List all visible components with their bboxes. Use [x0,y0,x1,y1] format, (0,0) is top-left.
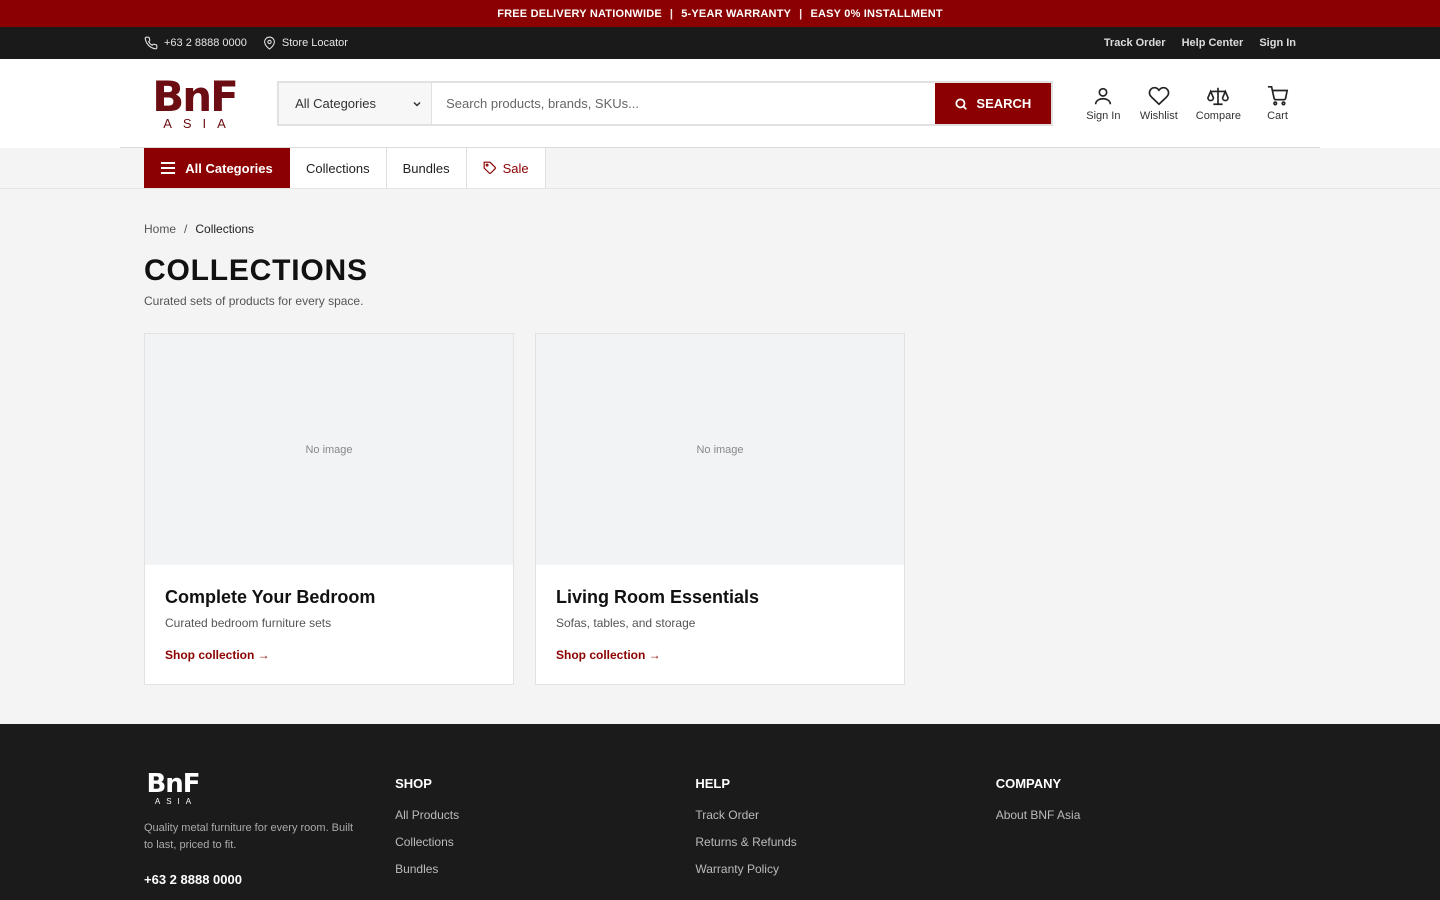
footer-logo-sub: ASIA [154,797,198,806]
footer-tagline: Quality metal furniture for every room. … [144,822,354,851]
compare-label: Compare [1195,110,1241,122]
nav-collections[interactable]: Collections [290,148,387,188]
promo-separator: | [669,7,674,20]
collection-grid: No image Complete Your Bedroom Curated b… [144,333,1296,685]
user-icon [1095,87,1112,105]
chevron-down-icon [413,101,421,107]
collection-description: Curated bedroom furniture sets [165,616,332,630]
footer-link[interactable]: Returns & Refunds [695,835,995,849]
collection-description: Sofas, tables, and storage [556,616,696,630]
breadcrumb-home[interactable]: Home [144,222,176,236]
promo-delivery: FREE DELIVERY NATIONWIDE [497,7,662,20]
footer-help-heading: HELP [695,776,731,791]
footer-shop-column: SHOP All Products Collections Bundles [395,772,695,900]
wishlist-button[interactable]: Wishlist [1140,85,1178,122]
collection-title[interactable]: Complete Your Bedroom [165,587,493,608]
all-categories-label: All Categories [185,160,273,176]
footer-logo[interactable]: BnF ASIA [144,769,202,806]
footer-link[interactable]: Track Order [695,808,995,822]
collection-image-placeholder[interactable]: No image [536,334,904,565]
account-label: Sign In [1086,110,1121,122]
site-footer: BnF ASIA Quality metal furniture for eve… [0,724,1440,900]
utility-store-locator-text: Store Locator [281,37,348,49]
promo-bar: FREE DELIVERY NATIONWIDE | 5-YEAR WARRAN… [0,0,1440,27]
search-button-label: SEARCH [976,96,1032,111]
search-input[interactable] [432,83,935,124]
shop-collection-link[interactable]: Shop collection → [556,648,661,662]
scale-icon [1207,87,1230,106]
footer-link[interactable]: Warranty Policy [695,862,995,876]
nav-sale[interactable]: Sale [466,148,546,188]
footer-brand: BnF ASIA Quality metal furniture for eve… [144,769,395,900]
breadcrumb: Home / Collections [144,222,1296,236]
breadcrumb-separator: / [184,222,188,236]
footer-logo-mark: BnF [146,769,200,799]
shop-collection-link[interactable]: Shop collection → [165,648,270,662]
collection-card-body: Complete Your Bedroom Curated bedroom fu… [145,565,513,686]
utility-phone[interactable]: +63 2 8888 0000 [144,36,247,50]
site-header: BnF ASIA All Categories SEARCH Sign In W… [0,59,1440,148]
utility-phone-text: +63 2 8888 0000 [164,37,247,49]
main-content: Home / Collections COLLECTIONS Curated s… [0,222,1440,685]
category-select-value: All Categories [295,96,376,111]
footer-link[interactable]: About BNF Asia [996,808,1296,822]
promo-installment: EASY 0% INSTALLMENT [810,7,943,20]
promo-warranty: 5-YEAR WARRANTY [681,7,792,20]
account-button[interactable]: Sign In [1085,85,1122,122]
collection-image-placeholder[interactable]: No image [145,334,513,565]
no-image-text: No image [305,443,353,456]
all-categories-button[interactable]: All Categories [144,148,290,188]
location-pin-icon [263,36,275,50]
cart-icon [1267,86,1288,106]
nav-sale-label: Sale [502,160,529,176]
utility-track-order[interactable]: Track Order [1104,37,1166,49]
nav-collections-label: Collections [306,160,370,176]
nav-bundles-label: Bundles [402,160,450,176]
tag-icon [483,161,496,174]
breadcrumb-current: Collections [195,222,255,236]
footer-company-column: COMPANY About BNF Asia [996,772,1296,900]
search-icon [955,97,968,110]
logo-sub: ASIA [163,115,237,131]
search-bar: All Categories SEARCH [277,81,1053,126]
compare-button[interactable]: Compare [1196,85,1241,122]
category-select[interactable]: All Categories [279,83,433,124]
collection-card[interactable]: No image Living Room Essentials Sofas, t… [535,333,905,685]
cart-label: Cart [1267,110,1288,122]
footer-company-heading: COMPANY [995,776,1062,791]
utility-sign-in[interactable]: Sign In [1259,37,1296,49]
footer-link[interactable]: All Products [395,808,695,822]
promo-separator: | [799,7,803,20]
footer-shop-heading: SHOP [395,776,432,791]
footer-help-column: HELP Track Order Returns & Refunds Warra… [695,772,995,900]
footer-phone[interactable]: +63 2 8888 0000 [144,872,395,887]
page-subtitle: Curated sets of products for every space… [144,294,364,308]
hamburger-menu-icon [161,162,176,174]
utility-right: Track Order Help Center Sign In [1104,37,1296,49]
utility-left: +63 2 8888 0000 Store Locator [144,36,348,50]
utility-bar: +63 2 8888 0000 Store Locator Track Orde… [0,27,1440,59]
collection-title[interactable]: Living Room Essentials [556,587,884,608]
utility-store-locator[interactable]: Store Locator [263,36,348,50]
footer-link[interactable]: Bundles [395,862,695,876]
wishlist-label: Wishlist [1139,110,1178,122]
collection-card[interactable]: No image Complete Your Bedroom Curated b… [144,333,514,685]
site-logo[interactable]: BnF ASIA [144,71,245,132]
category-nav: All Categories Collections Bundles Sale [0,148,1440,189]
phone-icon [144,36,158,50]
utility-help-center[interactable]: Help Center [1182,37,1244,49]
heart-icon [1148,86,1170,106]
nav-bundles[interactable]: Bundles [386,148,467,188]
cart-button[interactable]: Cart [1259,85,1296,122]
collection-card-body: Living Room Essentials Sofas, tables, an… [536,565,904,686]
page-title: COLLECTIONS [144,254,368,287]
search-button[interactable]: SEARCH [934,83,1051,124]
no-image-text: No image [696,443,744,456]
header-actions: Sign In Wishlist Compare Cart [1085,85,1296,122]
footer-link[interactable]: Collections [395,835,695,849]
logo-mark: BnF [152,71,239,121]
